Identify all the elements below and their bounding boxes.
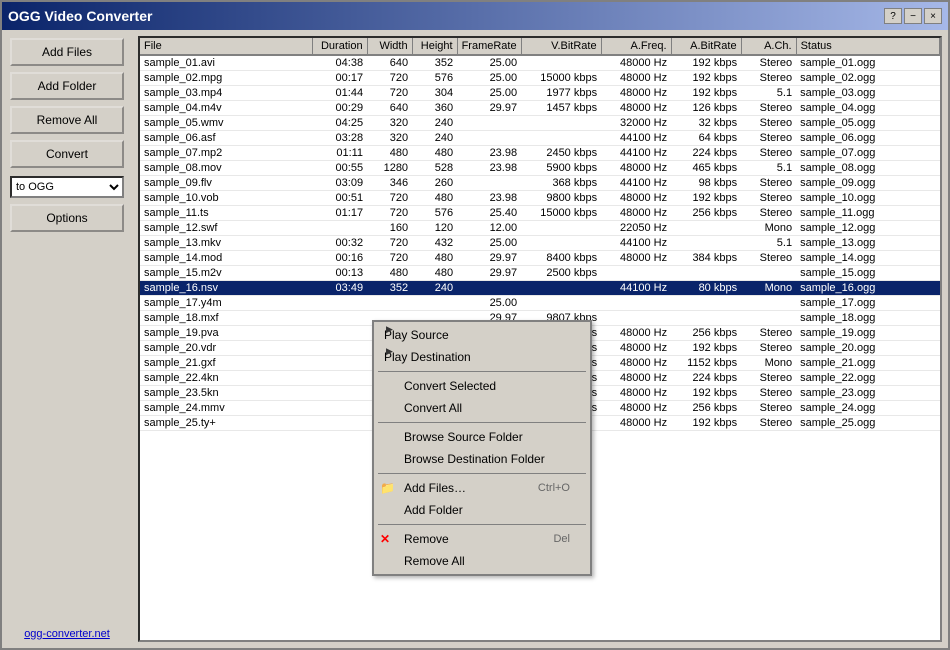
close-button[interactable]: × <box>924 8 942 24</box>
remove-all-button[interactable]: Remove All <box>10 106 124 134</box>
convert-button[interactable]: Convert <box>10 140 124 168</box>
context-menu-item[interactable]: Convert Selected <box>374 375 590 397</box>
col-header-width: Width <box>367 38 412 55</box>
context-menu-item-label: Browse Destination Folder <box>404 452 545 466</box>
table-row[interactable]: sample_07.mp201:1148048023.982450 kbps44… <box>140 146 940 161</box>
context-menu-item-label: Convert All <box>404 401 462 415</box>
title-bar-controls: ? − × <box>884 8 942 24</box>
minimize-button[interactable]: − <box>904 8 922 24</box>
main-area: File Duration Width Height FrameRate V.B… <box>132 30 948 648</box>
table-row[interactable]: sample_11.ts01:1772057625.4015000 kbps48… <box>140 206 940 221</box>
submenu-arrow-icon: ▶ <box>386 346 393 357</box>
table-header-row: File Duration Width Height FrameRate V.B… <box>140 38 940 55</box>
table-row[interactable]: sample_16.nsv03:4935224044100 Hz80 kbpsM… <box>140 281 940 296</box>
context-menu-item[interactable]: Play Source <box>374 324 590 346</box>
context-menu-separator <box>378 473 586 474</box>
main-window: OGG Video Converter ? − × Add Files Add … <box>0 0 950 650</box>
context-menu-item-label: Add Folder <box>404 503 463 517</box>
format-row: to OGG to AVI to MP4 to MKV <box>10 176 124 198</box>
context-menu-item-label: Play Source <box>384 328 449 342</box>
col-header-file: File <box>140 38 312 55</box>
title-bar: OGG Video Converter ? − × <box>2 2 948 30</box>
table-row[interactable]: sample_05.wmv04:2532024032000 Hz32 kbpsS… <box>140 116 940 131</box>
col-header-abitrate: A.BitRate <box>671 38 741 55</box>
format-select[interactable]: to OGG to AVI to MP4 to MKV <box>10 176 124 198</box>
table-row[interactable]: sample_13.mkv00:3272043225.0044100 Hz5.1… <box>140 236 940 251</box>
context-menu-item-label: Convert Selected <box>404 379 496 393</box>
context-menu-item-label: Remove <box>404 532 449 546</box>
context-menu-item[interactable]: Add Folder <box>374 499 590 521</box>
submenu-arrow-icon: ▶ <box>386 324 393 335</box>
table-row[interactable]: sample_08.mov00:55128052823.985900 kbps4… <box>140 161 940 176</box>
context-menu-item[interactable]: Add Files… Ctrl+O <box>374 477 590 499</box>
table-row[interactable]: sample_06.asf03:2832024044100 Hz64 kbpsS… <box>140 131 940 146</box>
context-menu-separator <box>378 524 586 525</box>
col-header-framerate: FrameRate <box>457 38 521 55</box>
table-row[interactable]: sample_02.mpg00:1772057625.0015000 kbps4… <box>140 71 940 86</box>
context-menu: ▶Play Source▶Play DestinationConvert Sel… <box>372 320 592 576</box>
table-row[interactable]: sample_14.mod00:1672048029.978400 kbps48… <box>140 251 940 266</box>
col-header-afreq: A.Freq. <box>601 38 671 55</box>
col-header-status: Status <box>796 38 939 55</box>
table-row[interactable]: sample_03.mp401:4472030425.001977 kbps48… <box>140 86 940 101</box>
add-folder-button[interactable]: Add Folder <box>10 72 124 100</box>
add-files-button[interactable]: Add Files <box>10 38 124 66</box>
table-row[interactable]: sample_04.m4v00:2964036029.971457 kbps48… <box>140 101 940 116</box>
table-row[interactable]: sample_12.swf16012012.0022050 HzMonosamp… <box>140 221 940 236</box>
keyboard-shortcut: Ctrl+O <box>538 482 570 494</box>
keyboard-shortcut: Del <box>553 533 570 545</box>
table-row[interactable]: sample_10.vob00:5172048023.989800 kbps48… <box>140 191 940 206</box>
context-menu-separator <box>378 371 586 372</box>
table-row[interactable]: sample_15.m2v00:1348048029.972500 kbpssa… <box>140 266 940 281</box>
content-area: Add Files Add Folder Remove All Convert … <box>2 30 948 648</box>
context-menu-item-label: Browse Source Folder <box>404 430 523 444</box>
context-menu-item[interactable]: Browse Destination Folder <box>374 448 590 470</box>
col-header-duration: Duration <box>312 38 367 55</box>
context-menu-separator <box>378 422 586 423</box>
remove-icon: ✕ <box>380 532 390 546</box>
context-menu-item-label: Remove All <box>404 554 465 568</box>
folder-icon: 📁 <box>380 481 395 495</box>
context-menu-item[interactable]: Remove All <box>374 550 590 572</box>
col-header-height: Height <box>412 38 457 55</box>
website-link[interactable]: ogg-converter.net <box>10 628 124 640</box>
table-row[interactable]: sample_01.avi04:3864035225.0048000 Hz192… <box>140 55 940 71</box>
context-menu-item[interactable]: Convert All <box>374 397 590 419</box>
window-title: OGG Video Converter <box>8 8 152 24</box>
context-menu-item[interactable]: Remove Del <box>374 528 590 550</box>
context-menu-item[interactable]: Play Destination <box>374 346 590 368</box>
options-button[interactable]: Options <box>10 204 124 232</box>
sidebar: Add Files Add Folder Remove All Convert … <box>2 30 132 648</box>
col-header-ach: A.Ch. <box>741 38 796 55</box>
context-menu-item[interactable]: Browse Source Folder <box>374 426 590 448</box>
context-menu-item-label: Play Destination <box>384 350 471 364</box>
col-header-vbitrate: V.BitRate <box>521 38 601 55</box>
table-row[interactable]: sample_09.flv03:09346260368 kbps44100 Hz… <box>140 176 940 191</box>
context-menu-item-label: Add Files… <box>404 481 466 495</box>
table-row[interactable]: sample_17.y4m25.00sample_17.ogg <box>140 296 940 311</box>
help-button[interactable]: ? <box>884 8 902 24</box>
